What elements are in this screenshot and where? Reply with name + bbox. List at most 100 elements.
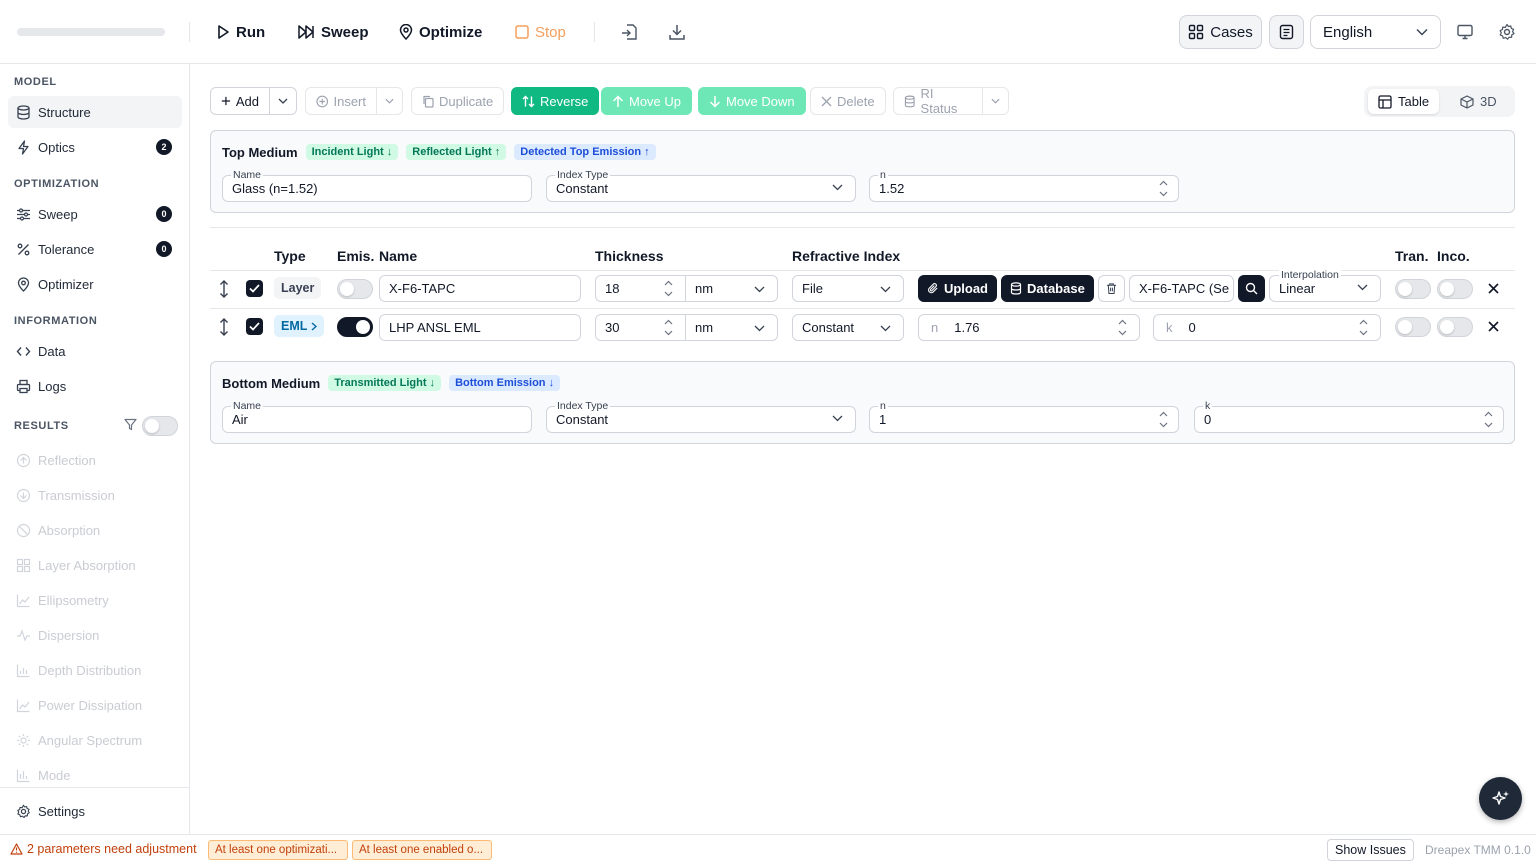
bottom-medium-n-input[interactable]: n 1	[869, 400, 1179, 433]
ri-mode-select[interactable]: File	[792, 275, 904, 302]
sidebar-item-sweep[interactable]: Sweep 0	[8, 198, 182, 230]
stepper-icon[interactable]	[1118, 319, 1127, 336]
upload-button[interactable]: Upload	[918, 275, 997, 302]
ai-assistant-button[interactable]	[1479, 777, 1522, 820]
ri-status-label: RI Status	[920, 86, 958, 116]
run-button[interactable]: Run	[216, 18, 265, 46]
bottom-medium-k-input[interactable]: k 0	[1194, 400, 1504, 433]
sidebar-item-data[interactable]: Data	[8, 335, 182, 367]
sidebar-item-power-dissipation[interactable]: Power Dissipation	[8, 689, 182, 721]
warning-summary[interactable]: 2 parameters need adjustment	[10, 842, 197, 856]
close-icon[interactable]	[1488, 283, 1499, 294]
sweep-button[interactable]: Sweep	[297, 18, 369, 46]
n-value-input[interactable]: n 1.76	[918, 314, 1140, 341]
language-select[interactable]: English	[1310, 15, 1441, 49]
stepper-icon[interactable]	[1159, 180, 1168, 197]
top-medium-index-type-select[interactable]: Index Type Constant	[546, 169, 856, 202]
bottom-medium-name-input[interactable]: Name Air	[222, 400, 532, 433]
ri-status-dropdown-button[interactable]	[982, 87, 1009, 115]
add-dropdown-button[interactable]	[269, 87, 297, 115]
stepper-icon[interactable]	[1159, 411, 1168, 428]
field-label: k	[1203, 400, 1213, 412]
top-medium-name-input[interactable]: Name Glass (n=1.52)	[222, 169, 532, 202]
layer-name-input[interactable]: LHP ANSL EML	[379, 314, 581, 341]
move-up-button[interactable]: Move Up	[601, 87, 693, 115]
sidebar-item-depth-distribution[interactable]: Depth Distribution	[8, 654, 182, 686]
insert-button[interactable]: Insert	[305, 87, 377, 115]
thickness-input[interactable]: 30	[595, 314, 686, 341]
divider	[594, 22, 595, 42]
cases-button[interactable]: Cases	[1179, 15, 1262, 49]
delete-button[interactable]: Delete	[810, 87, 886, 115]
reverse-button[interactable]: Reverse	[511, 87, 600, 115]
monitor-icon[interactable]	[1456, 23, 1476, 43]
layer-type-badge[interactable]: EML	[274, 315, 325, 337]
layer-enabled-checkbox[interactable]	[246, 280, 263, 297]
transparent-toggle[interactable]	[1395, 279, 1431, 299]
thickness-input[interactable]: 18	[595, 275, 686, 302]
tab-3d[interactable]: 3D	[1450, 89, 1507, 114]
filter-icon[interactable]	[124, 418, 137, 431]
ri-mode-select[interactable]: Constant	[792, 314, 904, 341]
sidebar-item-settings[interactable]: Settings	[8, 795, 182, 827]
emission-toggle[interactable]	[337, 317, 373, 337]
duplicate-button[interactable]: Duplicate	[411, 87, 505, 115]
close-icon[interactable]	[1488, 321, 1499, 332]
layer-type-badge[interactable]: Layer	[274, 277, 322, 299]
insert-dropdown-button[interactable]	[376, 87, 403, 115]
sidebar-item-tolerance[interactable]: Tolerance 0	[8, 233, 182, 265]
sidebar-item-angular-spectrum[interactable]: Angular Spectrum	[8, 724, 182, 756]
stepper-icon[interactable]	[664, 280, 673, 297]
sidebar-item-dispersion[interactable]: Dispersion	[8, 619, 182, 651]
sidebar-item-logs[interactable]: Logs	[8, 370, 182, 402]
sidebar-item-optimizer[interactable]: Optimizer	[8, 268, 182, 300]
gear-icon[interactable]	[1498, 23, 1518, 43]
sidebar-item-layer-absorption[interactable]: Layer Absorption	[8, 549, 182, 581]
add-button[interactable]: Add	[210, 87, 270, 115]
move-down-button[interactable]: Move Down	[698, 87, 806, 115]
stepper-icon[interactable]	[1359, 319, 1368, 336]
thickness-unit-select[interactable]: nm	[685, 275, 778, 302]
database-button[interactable]: Database	[1001, 275, 1094, 302]
k-value-input[interactable]: k 0	[1153, 314, 1381, 341]
drag-handle-icon[interactable]	[219, 318, 229, 336]
search-file-button[interactable]	[1238, 275, 1265, 302]
interpolation-select[interactable]: Interpolation Linear	[1269, 269, 1381, 302]
optimize-button[interactable]: Optimize	[399, 18, 482, 46]
ri-status-button[interactable]: RI Status	[893, 86, 983, 116]
ri-file-input[interactable]: X-F6-TAPC (Se	[1129, 275, 1234, 302]
tab-label: Table	[1398, 94, 1430, 109]
sidebar-item-reflection[interactable]: Reflection	[8, 444, 182, 476]
top-medium-n-input[interactable]: n 1.52	[869, 169, 1179, 202]
stop-button[interactable]: Stop	[515, 18, 566, 46]
stepper-icon[interactable]	[1484, 411, 1493, 428]
sidebar-item-transmission[interactable]: Transmission	[8, 479, 182, 511]
language-value: English	[1323, 23, 1373, 41]
drag-handle-icon[interactable]	[219, 280, 229, 298]
sidebar-item-structure[interactable]: Structure	[8, 96, 182, 128]
clear-file-button[interactable]	[1098, 275, 1125, 302]
incoherent-toggle[interactable]	[1437, 279, 1473, 299]
show-issues-button[interactable]: Show Issues	[1327, 839, 1414, 861]
tab-label: 3D	[1480, 94, 1497, 109]
sidebar-item-label: Reflection	[38, 452, 96, 468]
issue-pill[interactable]: At least one optimizati...	[208, 840, 348, 860]
divider	[210, 227, 1515, 228]
thickness-unit-select[interactable]: nm	[685, 314, 778, 341]
layer-name-input[interactable]: X-F6-TAPC	[379, 275, 581, 302]
download-icon[interactable]	[667, 22, 687, 42]
sidebar-item-ellipsometry[interactable]: Ellipsometry	[8, 584, 182, 616]
stepper-icon[interactable]	[664, 319, 673, 336]
layer-enabled-checkbox[interactable]	[246, 318, 263, 335]
incoherent-toggle[interactable]	[1437, 317, 1473, 337]
emission-toggle[interactable]	[337, 279, 373, 299]
tab-table[interactable]: Table	[1368, 89, 1440, 114]
import-icon[interactable]	[619, 22, 639, 42]
bottom-medium-index-type-select[interactable]: Index Type Constant	[546, 400, 856, 433]
sidebar-item-optics[interactable]: Optics 2	[8, 131, 182, 163]
sidebar-item-absorption[interactable]: Absorption	[8, 514, 182, 546]
results-filter-toggle[interactable]	[142, 416, 178, 436]
notes-button[interactable]	[1269, 15, 1304, 49]
issue-pill[interactable]: At least one enabled o...	[352, 840, 492, 860]
transparent-toggle[interactable]	[1395, 317, 1431, 337]
